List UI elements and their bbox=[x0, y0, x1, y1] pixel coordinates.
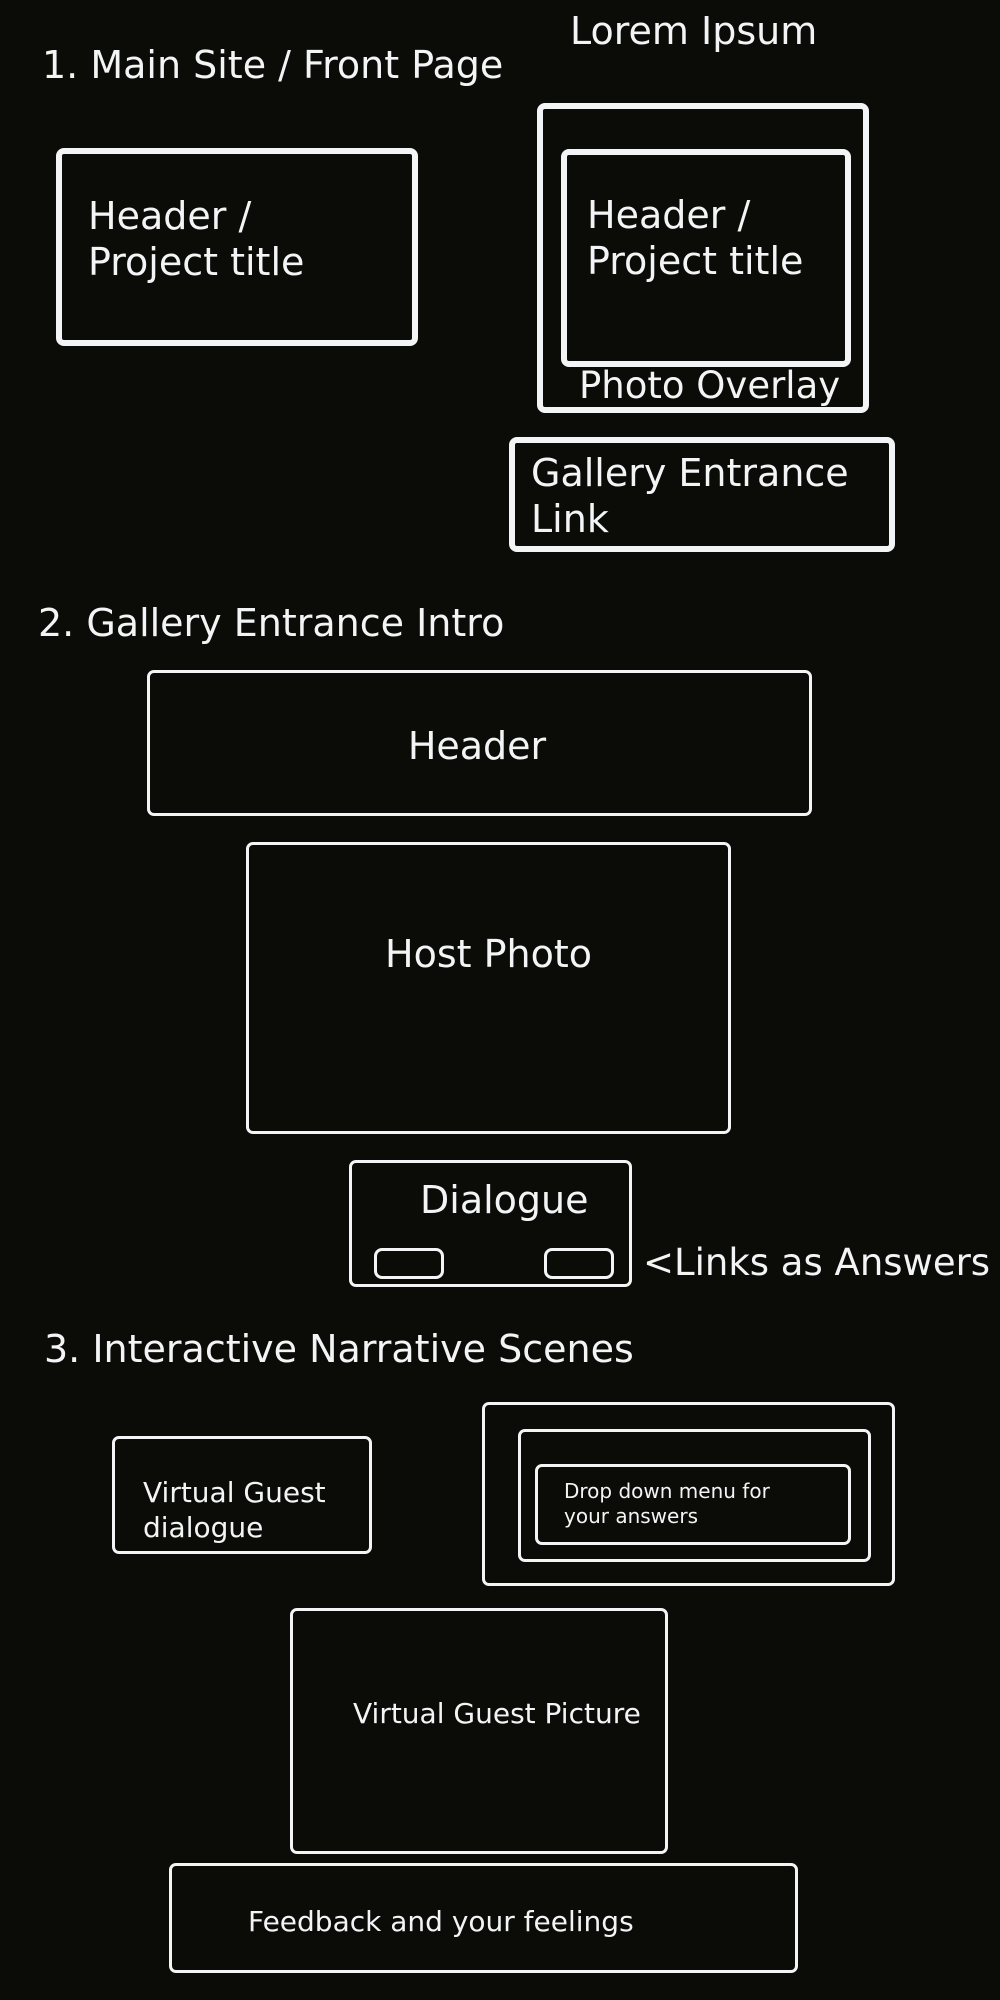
front-page-header-label: Header / Project title bbox=[88, 194, 305, 284]
section-3-heading: 3. Interactive Narrative Scenes bbox=[44, 1327, 634, 1371]
photo-overlay-label: Photo Overlay bbox=[579, 364, 841, 407]
dialogue-box: Dialogue bbox=[349, 1160, 632, 1287]
links-as-answers-annotation: <Links as Answers bbox=[643, 1241, 991, 1284]
answers-dropdown-label: Drop down menu for your answers bbox=[564, 1479, 770, 1528]
photo-overlay-box[interactable]: Header / Project title Photo Overlay bbox=[537, 103, 869, 413]
section-2-heading: 2. Gallery Entrance Intro bbox=[38, 601, 505, 645]
virtual-guest-picture-box: Virtual Guest Picture bbox=[290, 1608, 668, 1854]
overlay-header-box[interactable]: Header / Project title bbox=[561, 149, 851, 367]
virtual-guest-dialogue-label: Virtual Guest dialogue bbox=[143, 1476, 326, 1544]
overlay-header-label: Header / Project title bbox=[587, 193, 804, 283]
answer-link-button-1[interactable] bbox=[374, 1248, 444, 1279]
answers-middle-box: Drop down menu for your answers bbox=[518, 1429, 871, 1562]
answers-dropdown-menu[interactable]: Drop down menu for your answers bbox=[535, 1464, 851, 1545]
dialogue-label: Dialogue bbox=[420, 1178, 589, 1222]
feedback-label: Feedback and your feelings bbox=[248, 1905, 634, 1938]
virtual-guest-picture-label: Virtual Guest Picture bbox=[353, 1697, 641, 1730]
lorem-ipsum-label: Lorem Ipsum bbox=[570, 9, 818, 53]
intro-header-label: Header bbox=[407, 724, 547, 768]
front-page-header-box[interactable]: Header / Project title bbox=[56, 148, 418, 346]
gallery-entrance-link[interactable]: Gallery Entrance Link bbox=[509, 437, 895, 552]
gallery-entrance-link-label: Gallery Entrance Link bbox=[531, 451, 849, 541]
section-1-heading: 1. Main Site / Front Page bbox=[42, 43, 504, 87]
host-photo-label: Host Photo bbox=[385, 932, 592, 976]
intro-header-box: Header bbox=[147, 670, 812, 816]
host-photo-box: Host Photo bbox=[246, 842, 731, 1134]
virtual-guest-dialogue-box: Virtual Guest dialogue bbox=[112, 1436, 372, 1554]
feedback-box[interactable]: Feedback and your feelings bbox=[169, 1863, 798, 1973]
answers-outer-box: Drop down menu for your answers bbox=[482, 1402, 895, 1586]
answer-link-button-2[interactable] bbox=[544, 1248, 614, 1279]
